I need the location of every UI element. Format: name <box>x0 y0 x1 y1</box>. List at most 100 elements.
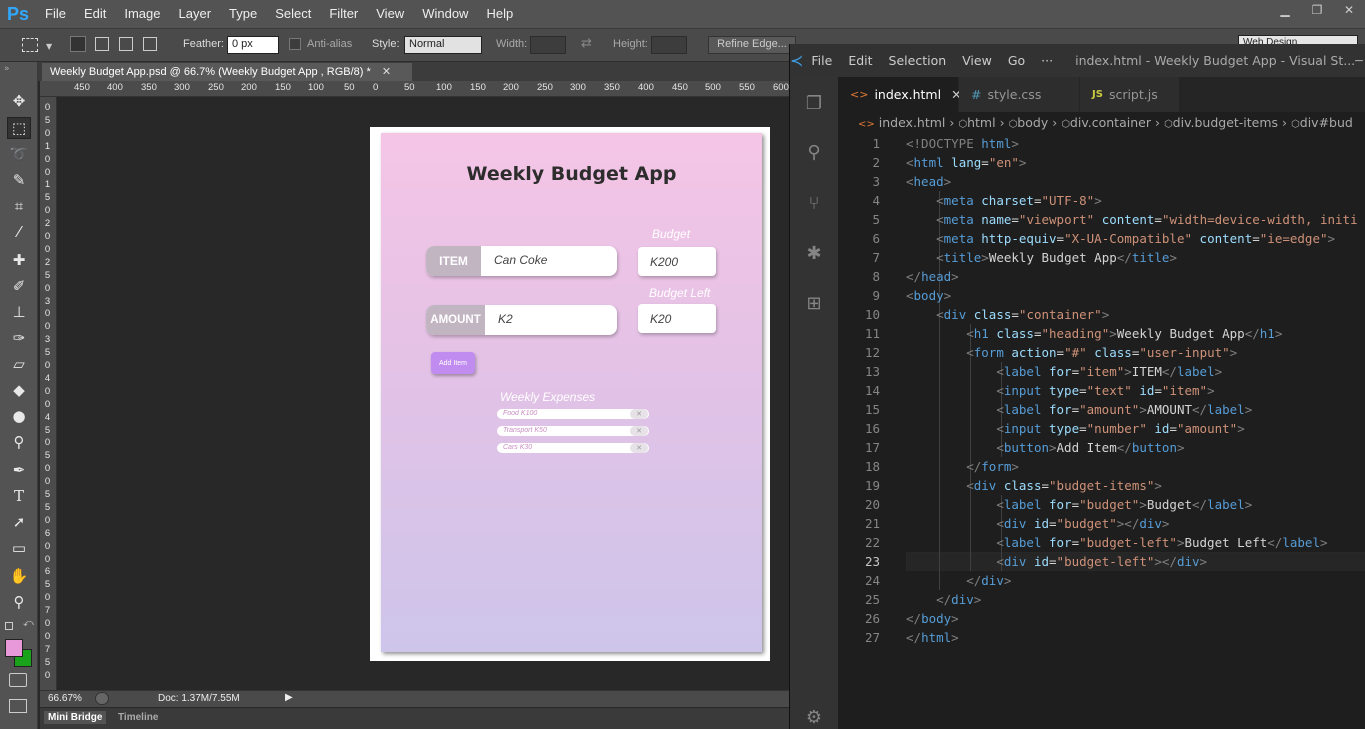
eraser-tool-icon[interactable]: ▱ <box>7 353 31 375</box>
feather-input[interactable]: 0 px <box>227 36 279 54</box>
code-line[interactable]: </html> <box>906 628 959 647</box>
debug-icon[interactable]: ✱ <box>802 241 826 265</box>
code-line[interactable]: <!DOCTYPE html> <box>906 134 1019 153</box>
menu-filter[interactable]: Filter <box>320 0 367 28</box>
code-line[interactable]: <label for="item">ITEM</label> <box>906 362 1222 381</box>
code-line[interactable]: <label for="amount">AMOUNT</label> <box>906 400 1252 419</box>
breadcrumb-item[interactable]: div.container <box>1070 115 1151 130</box>
code-line[interactable]: <div id="budget-left"></div> <box>906 552 1207 571</box>
eyedropper-tool-icon[interactable]: ⁄ <box>7 221 31 243</box>
swap-icon[interactable]: ⇄ <box>581 36 592 51</box>
brush-tool-icon[interactable]: ✐ <box>7 275 31 297</box>
subtract-selection-icon[interactable] <box>119 37 133 51</box>
code-line[interactable]: <form action="#" class="user-input"> <box>906 343 1237 362</box>
code-line[interactable]: </div> <box>906 571 1011 590</box>
code-line[interactable]: <input type="text" id="item"> <box>906 381 1214 400</box>
menu-window[interactable]: Window <box>413 0 477 28</box>
vs-menu-file[interactable]: File <box>803 53 840 68</box>
history-brush-icon[interactable]: ✑ <box>7 327 31 349</box>
code-line[interactable]: <div class="budget-items"> <box>906 476 1162 495</box>
gear-icon[interactable]: ⚙ <box>802 705 826 729</box>
type-tool-icon[interactable]: T <box>7 485 31 507</box>
breadcrumb-item[interactable]: index.html <box>879 115 946 130</box>
search-icon[interactable]: ⚲ <box>802 140 826 164</box>
code-line[interactable]: <html lang="en"> <box>906 153 1026 172</box>
code-line[interactable]: <body> <box>906 286 951 305</box>
menu-edit[interactable]: Edit <box>75 0 115 28</box>
chevron-down-icon[interactable]: ▼ <box>46 42 52 51</box>
breadcrumb-item[interactable]: div.budget-items <box>1173 115 1278 130</box>
code-line[interactable]: </div> <box>906 590 981 609</box>
path-selection-icon[interactable]: ➚ <box>7 511 31 533</box>
breadcrumb-item[interactable]: body <box>1017 115 1048 130</box>
menu-layer[interactable]: Layer <box>170 0 221 28</box>
screen-mode-icon[interactable] <box>9 699 27 713</box>
share-icon[interactable] <box>95 692 109 705</box>
vs-menu-edit[interactable]: Edit <box>840 53 880 68</box>
code-line[interactable]: <button>Add Item</button> <box>906 438 1184 457</box>
code-line[interactable]: </body> <box>906 609 959 628</box>
minimize-icon[interactable]: ▁ <box>1269 0 1301 20</box>
code-editor[interactable]: 1 2 3 4 5 6 7 8 9 10 11 12 13 14 15 16 17 18 19 20 21 22 23 24 2… <box>838 134 1365 729</box>
tab-index-html[interactable]: <> index.html ✕ <box>838 77 962 112</box>
menu-image[interactable]: Image <box>115 0 169 28</box>
shape-tool-icon[interactable]: ▭ <box>7 537 31 559</box>
quick-selection-tool-icon[interactable]: ✎ <box>7 169 31 191</box>
code-line[interactable]: <label for="budget">Budget</label> <box>906 495 1252 514</box>
code-line[interactable]: <title>Weekly Budget App</title> <box>906 248 1177 267</box>
add-selection-icon[interactable] <box>95 37 109 51</box>
close-icon[interactable]: ✕ <box>1333 0 1365 20</box>
width-input[interactable] <box>530 36 566 54</box>
vs-menu-go[interactable]: Go <box>1000 53 1033 68</box>
marquee-tool-icon[interactable] <box>22 38 38 52</box>
swap-colors-icon[interactable]: ⤺ <box>23 618 34 629</box>
code-line[interactable]: <meta http-equiv="X-UA-Compatible" conte… <box>906 229 1335 248</box>
antialias-checkbox[interactable] <box>289 38 301 50</box>
zoom-level[interactable]: 66.67% <box>48 693 82 704</box>
style-select[interactable]: Normal <box>404 36 482 54</box>
paint-bucket-icon[interactable]: ◆ <box>7 379 31 401</box>
code-line[interactable]: <input type="number" id="amount"> <box>906 419 1244 438</box>
code-line[interactable]: <meta name="viewport" content="width=dev… <box>906 210 1358 229</box>
refine-edge-button[interactable]: Refine Edge... <box>708 36 796 54</box>
pen-tool-icon[interactable]: ✒ <box>7 459 31 481</box>
code-line[interactable]: <head> <box>906 172 951 191</box>
tab-script-js[interactable]: JS script.js <box>1080 77 1180 112</box>
healing-brush-icon[interactable]: ✚ <box>7 249 31 271</box>
code-line[interactable]: <meta charset="UTF-8"> <box>906 191 1102 210</box>
menu-select[interactable]: Select <box>266 0 320 28</box>
status-menu-icon[interactable]: ▶ <box>285 692 293 703</box>
new-selection-icon[interactable] <box>70 36 86 52</box>
breadcrumb-item[interactable]: div#bud <box>1300 115 1353 130</box>
code-line[interactable]: <div class="container"> <box>906 305 1109 324</box>
menu-help[interactable]: Help <box>477 0 522 28</box>
height-input[interactable] <box>651 36 687 54</box>
quick-mask-icon[interactable] <box>9 673 27 687</box>
extensions-icon[interactable]: ⊞ <box>802 291 826 315</box>
dodge-tool-icon[interactable]: ⚲ <box>7 431 31 453</box>
foreground-color-swatch[interactable] <box>5 639 23 657</box>
move-tool-icon[interactable]: ✥ <box>7 90 31 112</box>
menu-type[interactable]: Type <box>220 0 266 28</box>
intersect-selection-icon[interactable] <box>143 37 157 51</box>
document-tab[interactable]: Weekly Budget App.psd @ 66.7% (Weekly Bu… <box>42 63 412 81</box>
close-tab-icon[interactable]: ✕ <box>382 66 391 78</box>
minimize-icon[interactable]: ─ <box>1355 53 1365 68</box>
tab-mini-bridge[interactable]: Mini Bridge <box>44 711 107 724</box>
explorer-icon[interactable]: ❐ <box>802 91 826 115</box>
zoom-tool-icon[interactable]: ⚲ <box>7 591 31 613</box>
collapse-icon[interactable]: » <box>4 64 10 74</box>
code-line[interactable]: </head> <box>906 267 959 286</box>
tab-timeline[interactable]: Timeline <box>114 711 162 724</box>
marquee-tool-icon[interactable]: ⬚ <box>7 117 31 139</box>
default-colors-icon[interactable] <box>5 622 13 630</box>
code-line[interactable]: <div id="budget"></div> <box>906 514 1169 533</box>
menu-view[interactable]: View <box>367 0 413 28</box>
vs-menu-selection[interactable]: Selection <box>881 53 955 68</box>
breadcrumb-item[interactable]: html <box>967 115 995 130</box>
menu-file[interactable]: File <box>36 0 75 28</box>
restore-icon[interactable]: ❐ <box>1301 0 1333 20</box>
source-control-icon[interactable]: ⑂ <box>802 191 826 215</box>
code-line[interactable]: <label for="budget-left">Budget Left</la… <box>906 533 1327 552</box>
lasso-tool-icon[interactable]: ➰ <box>7 143 31 165</box>
